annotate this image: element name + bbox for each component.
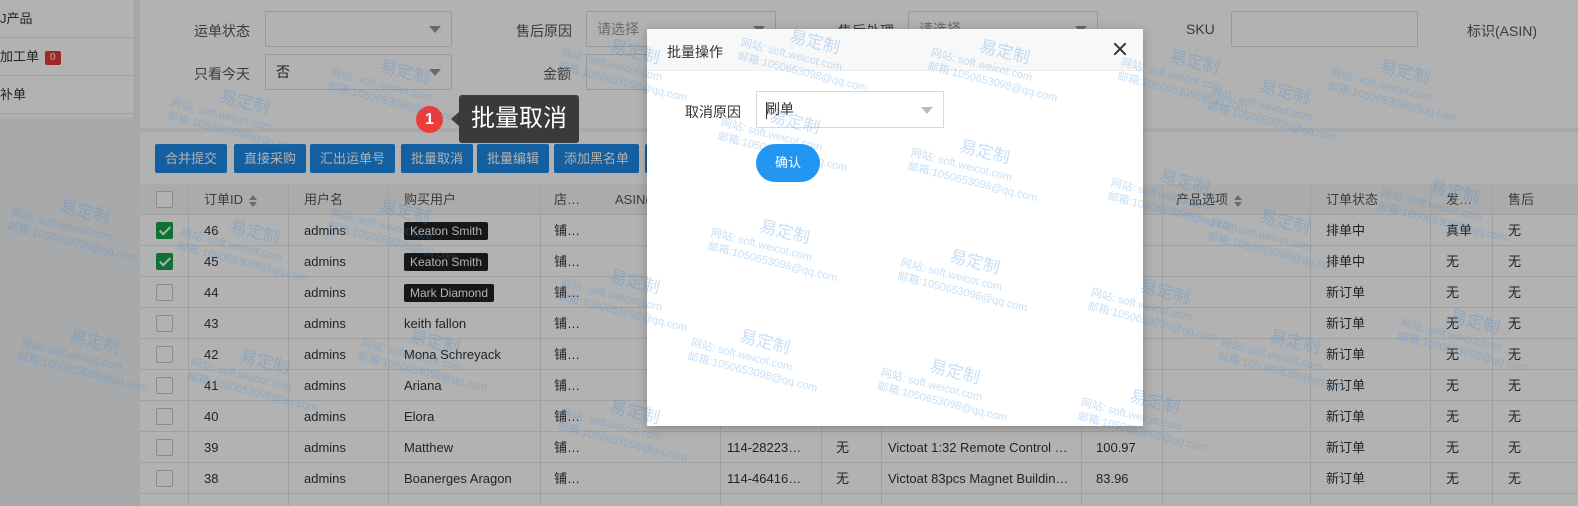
batch-operation-dialog: 批量操作 取消原因 刷单 确认: [647, 29, 1143, 426]
close-icon[interactable]: [1111, 40, 1129, 58]
confirm-button[interactable]: 确认: [756, 144, 820, 182]
step-marker: 1: [416, 106, 443, 133]
cancel-reason-label: 取消原因: [685, 104, 741, 120]
cancel-reason-value: 刷单: [766, 101, 794, 117]
step-tooltip: 批量取消: [451, 95, 579, 143]
cancel-reason-select[interactable]: 刷单: [756, 91, 944, 128]
dialog-header: 批量操作: [647, 29, 1143, 71]
dialog-title: 批量操作: [667, 44, 723, 60]
chevron-down-icon: [921, 107, 933, 114]
text-cursor: [766, 102, 767, 119]
